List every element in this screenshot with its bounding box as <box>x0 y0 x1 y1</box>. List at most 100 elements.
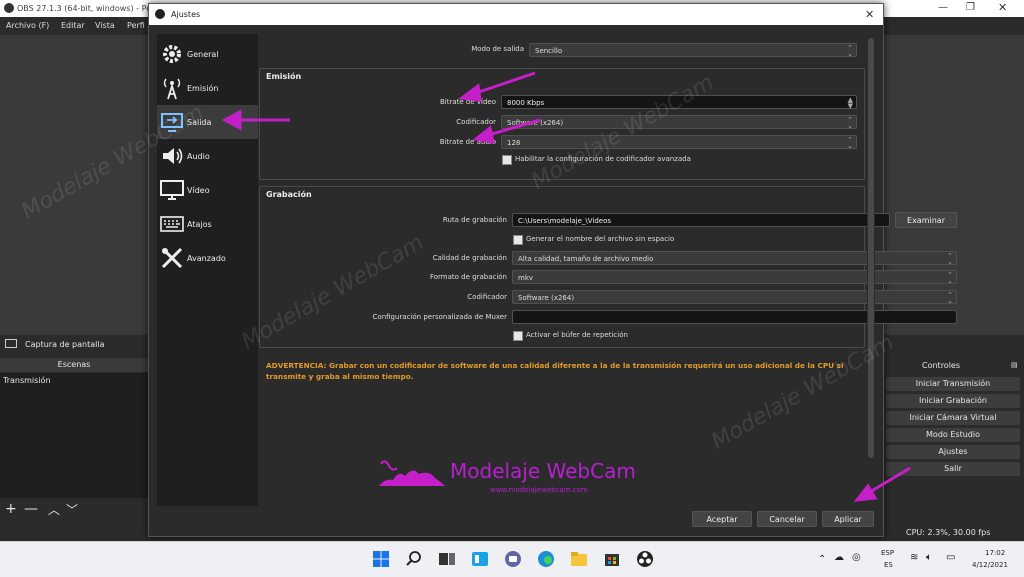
scene-item[interactable]: Transmisión <box>3 376 51 385</box>
dialog-title: Ajustes <box>171 10 201 19</box>
task-view-icon[interactable] <box>438 550 456 568</box>
remove-icon[interactable]: — <box>24 501 38 517</box>
tools-icon <box>160 246 184 270</box>
volume-icon[interactable]: 🔈︎ <box>926 552 932 563</box>
content-scrollbar[interactable] <box>867 34 875 464</box>
recording-path-input[interactable]: C:\Users\modelaje_\Videos <box>512 213 890 227</box>
arrow-down-icon[interactable]: ﹀ <box>66 501 78 518</box>
encoder-value: Software (x264) <box>507 119 564 127</box>
menu-vista[interactable]: Vista <box>95 21 115 30</box>
monitor-icon <box>5 339 17 348</box>
recording-quality-select[interactable]: Alta calidad, tamaño de archivo medio ⌃ ⌄ <box>512 251 957 266</box>
advanced-encoder-checkbox[interactable] <box>502 155 512 165</box>
sidebar-item-label: Audio <box>187 152 210 161</box>
sidebar-item-label: General <box>187 50 219 59</box>
muxer-label: Configuración personalizada de Muxer <box>372 313 507 321</box>
output-mode-select[interactable]: Sencillo ⌃ ⌄ <box>529 43 857 58</box>
close-icon[interactable]: ✕ <box>998 1 1007 14</box>
source-bar: Captura de pantalla <box>0 335 150 353</box>
region-label[interactable]: ES <box>884 561 893 569</box>
sidebar-item-atajos[interactable]: Atajos <box>157 207 258 241</box>
obs-logo-icon <box>4 3 14 13</box>
encoder-label: Codificador <box>456 118 496 126</box>
recording-format-value: mkv <box>518 274 534 282</box>
sidebar-item-label: Vídeo <box>187 186 210 195</box>
menu-editar[interactable]: Editar <box>61 21 85 30</box>
obs-window-title: OBS 27.1.3 (64-bit, windows) - Pe <box>17 4 152 13</box>
battery-icon[interactable]: ▭ <box>946 552 955 563</box>
gear-icon <box>160 42 184 66</box>
menu-archivo[interactable]: Archivo (F) <box>6 21 49 30</box>
replay-buffer-checkbox[interactable] <box>513 331 523 341</box>
obs-taskbar-icon[interactable] <box>636 550 654 568</box>
sidebar-item-label: Avanzado <box>187 254 226 263</box>
store-icon[interactable] <box>603 550 621 568</box>
accept-button[interactable]: Aceptar <box>692 511 752 527</box>
muxer-input[interactable] <box>512 310 957 324</box>
language-label[interactable]: ESP <box>881 549 894 557</box>
spinbox-icon[interactable]: ▲ ▼ <box>848 97 853 110</box>
controls-header: Controles <box>922 361 961 370</box>
capture-label: Captura de pantalla <box>25 340 105 349</box>
cloud-icon[interactable]: ☁ <box>834 552 844 563</box>
menu-perfil[interactable]: Perfi <box>127 21 145 30</box>
sidebar-item-general[interactable]: General <box>157 37 258 71</box>
start-recording-button[interactable]: Iniciar Grabación <box>886 394 1020 408</box>
bitrate-video-input[interactable]: 8000 Kbps ▲ ▼ <box>501 95 857 110</box>
teams-chat-icon[interactable] <box>504 550 522 568</box>
broadcast-icon <box>160 76 184 100</box>
apply-button[interactable]: Aplicar <box>822 511 874 527</box>
recording-path-label: Ruta de grabación <box>442 216 507 224</box>
browse-button[interactable]: Examinar <box>895 212 957 228</box>
updown-icon: ⌃ ⌄ <box>947 291 953 305</box>
location-icon[interactable]: ◎ <box>852 552 861 563</box>
nospace-checkbox[interactable] <box>513 235 523 245</box>
edge-browser-icon[interactable] <box>537 550 555 568</box>
file-explorer-icon[interactable] <box>570 550 588 568</box>
wifi-icon[interactable]: ≋ <box>910 552 918 563</box>
cpu-status: CPU: 2.3%, 30.00 fps <box>906 528 991 537</box>
start-virtual-camera-button[interactable]: Iniciar Cámara Virtual <box>886 411 1020 425</box>
sidebar-item-audio[interactable]: Audio <box>157 139 258 173</box>
search-icon[interactable] <box>405 550 423 568</box>
recording-quality-value: Alta calidad, tamaño de archivo medio <box>518 255 654 263</box>
start-streaming-button[interactable]: Iniciar Transmisión <box>886 377 1020 391</box>
maximize-icon[interactable]: ❐ <box>966 2 975 13</box>
recording-path-value: C:\Users\modelaje_\Videos <box>518 217 612 225</box>
scenes-header: Escenas <box>0 358 148 372</box>
sidebar-item-salida[interactable]: Salida <box>157 105 258 139</box>
encoder-select[interactable]: Software (x264) ⌃ ⌄ <box>501 115 857 130</box>
add-icon[interactable]: + <box>5 501 17 517</box>
cancel-button[interactable]: Cancelar <box>757 511 817 527</box>
clock-date[interactable]: 4/12/2021 <box>972 561 1008 569</box>
bitrate-audio-value: 128 <box>507 139 521 147</box>
settings-sidebar: General Emisión Salida Audio Vídeo Atajo… <box>157 34 258 506</box>
keyboard-icon <box>160 212 184 236</box>
sidebar-item-avanzado[interactable]: Avanzado <box>157 241 258 275</box>
dock-icon[interactable]: ▤ <box>1011 361 1018 369</box>
minimize-icon[interactable]: — <box>938 2 948 13</box>
recording-format-select[interactable]: mkv ⌃ ⌄ <box>512 270 957 285</box>
updown-icon: ⌃ ⌄ <box>847 136 853 150</box>
updown-icon: ⌃ ⌄ <box>847 116 853 130</box>
widgets-icon[interactable] <box>471 550 489 568</box>
recording-quality-label: Calidad de grabación <box>432 254 507 262</box>
exit-button[interactable]: Salir <box>886 462 1020 476</box>
sidebar-item-label: Emisión <box>187 84 219 93</box>
dialog-close-icon[interactable]: ✕ <box>865 8 874 21</box>
arrow-up-icon[interactable]: ︿ <box>48 501 60 518</box>
windows-start-icon[interactable] <box>372 550 390 568</box>
silhouette-logo-icon <box>379 460 445 486</box>
sidebar-item-video[interactable]: Vídeo <box>157 173 258 207</box>
cpu-warning-text: ADVERTENCIA: Grabar con un codificador d… <box>266 361 844 381</box>
sidebar-item-emision[interactable]: Emisión <box>157 71 258 105</box>
settings-button[interactable]: Ajustes <box>886 445 1020 459</box>
clock-time[interactable]: 17:02 <box>985 549 1005 557</box>
chevron-up-icon[interactable]: ⌃ <box>818 554 826 565</box>
scroll-thumb[interactable] <box>868 38 874 458</box>
studio-mode-button[interactable]: Modo Estudio <box>886 428 1020 442</box>
logo-text: Modelaje WebCam <box>450 459 636 483</box>
bitrate-audio-select[interactable]: 128 ⌃ ⌄ <box>501 135 857 150</box>
output-mode-label: Modo de salida <box>471 45 524 53</box>
recording-encoder-select[interactable]: Software (x264) ⌃ ⌄ <box>512 290 957 305</box>
